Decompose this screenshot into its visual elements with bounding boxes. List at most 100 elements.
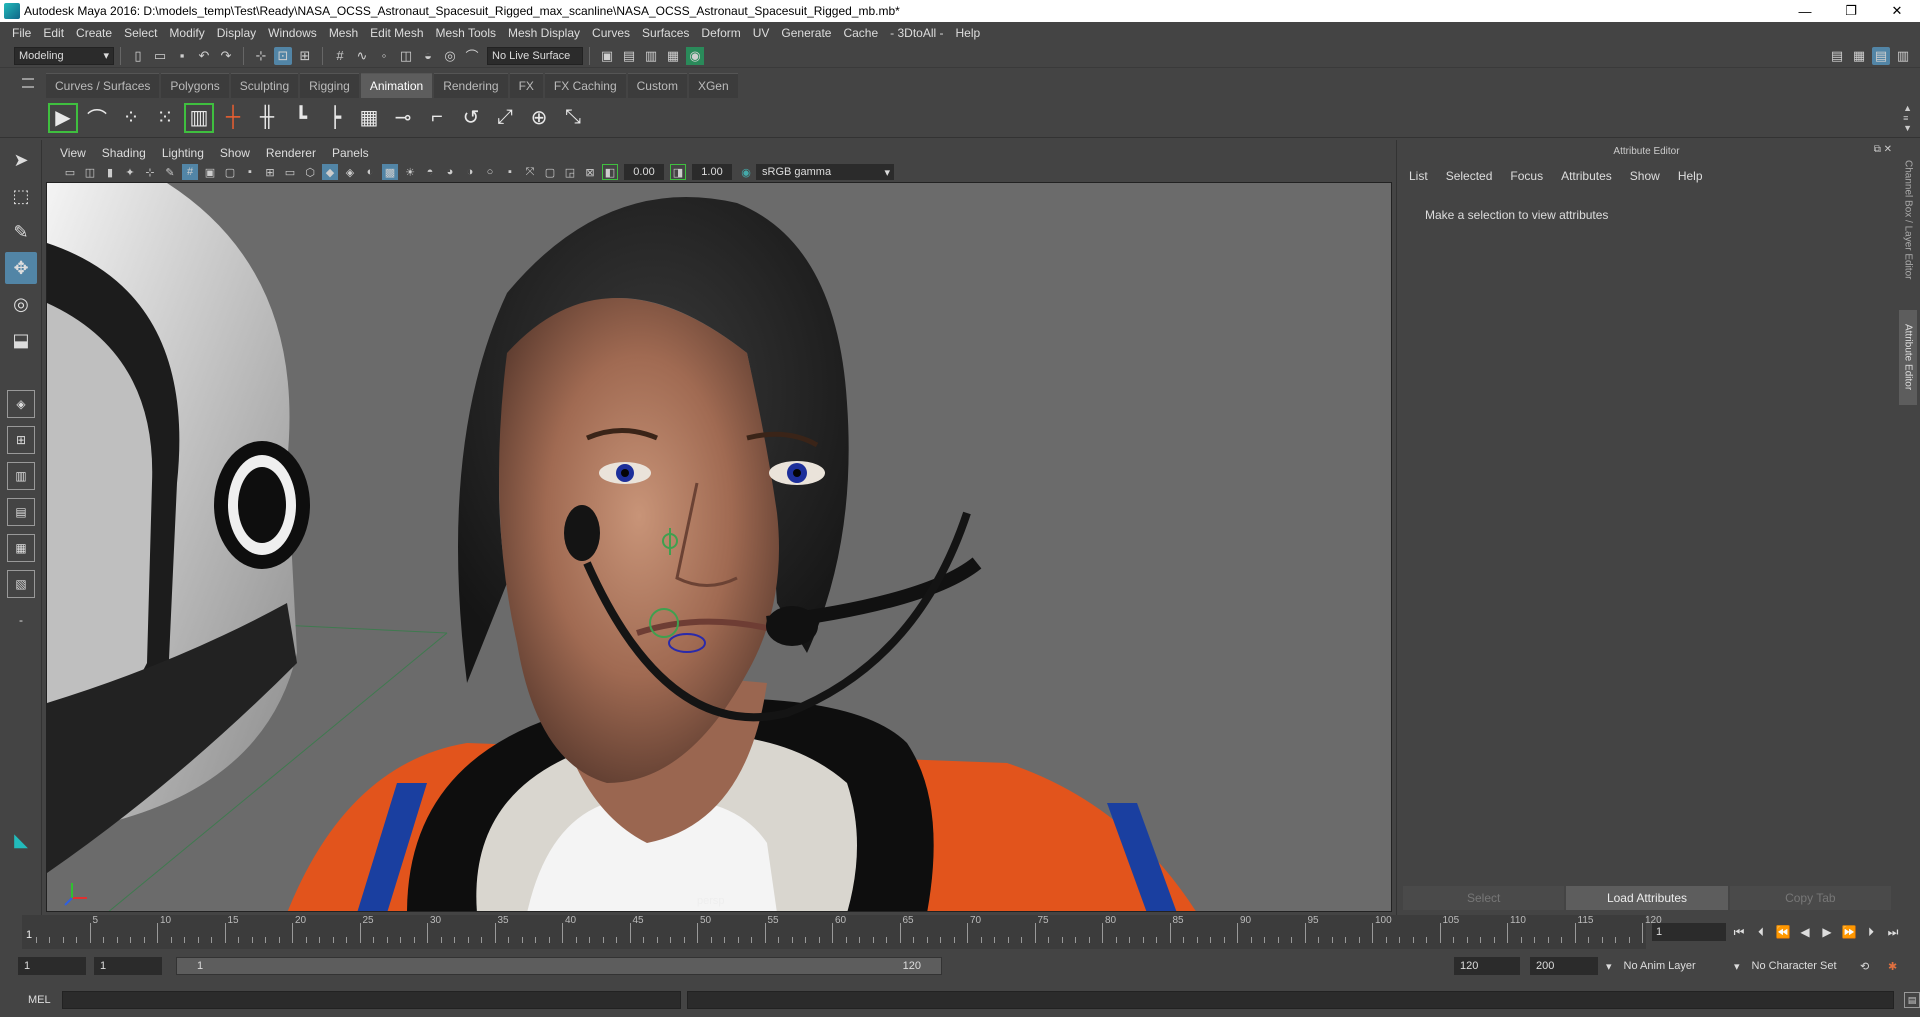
- snap-view-plane-icon[interactable]: ◫: [397, 47, 415, 65]
- menu-modify[interactable]: Modify: [163, 26, 210, 40]
- shelf-tab-custom[interactable]: Custom: [627, 73, 687, 98]
- create-joint-icon[interactable]: ┼: [218, 103, 248, 133]
- shelf-tab-sculpting[interactable]: Sculpting: [230, 73, 299, 98]
- shelf-tab-xgen[interactable]: XGen: [688, 73, 738, 98]
- viewport-menu-lighting[interactable]: Lighting: [154, 146, 212, 160]
- smooth-shade-icon[interactable]: ◆: [322, 164, 338, 180]
- menu-display[interactable]: Display: [211, 26, 262, 40]
- step-forward-key-icon[interactable]: ⏩: [1838, 923, 1860, 941]
- parent-constraint-icon[interactable]: ⊸: [388, 103, 418, 133]
- 2d-pan-zoom-icon[interactable]: ⊹: [142, 164, 158, 180]
- shelf-tab-fx[interactable]: FX: [509, 73, 543, 98]
- color-management-icon[interactable]: ◉: [738, 164, 754, 180]
- layout-menu-icon[interactable]: ‐: [7, 606, 35, 634]
- restore-button[interactable]: ❐: [1828, 0, 1874, 22]
- menu-cache[interactable]: Cache: [837, 26, 884, 40]
- move-tool-icon[interactable]: ✥: [5, 252, 37, 284]
- shelf-tab-fx-caching[interactable]: FX Caching: [544, 73, 626, 98]
- attribute-editor-tab[interactable]: Attribute Editor: [1899, 310, 1917, 405]
- select-button[interactable]: Select: [1403, 886, 1565, 910]
- menuset-dropdown[interactable]: Modeling ▾: [14, 46, 114, 65]
- paint-select-tool-icon[interactable]: ✎: [5, 216, 37, 248]
- rotate-tool-icon[interactable]: ◎: [5, 288, 37, 320]
- four-view-layout-icon[interactable]: ⊞: [7, 426, 35, 454]
- go-to-start-icon[interactable]: ⏮: [1728, 923, 1750, 941]
- auto-key-icon[interactable]: ⟲: [1860, 957, 1869, 975]
- undo-icon[interactable]: ↶: [195, 47, 213, 65]
- grid-icon[interactable]: #: [182, 164, 198, 180]
- viewport-menu-panels[interactable]: Panels: [324, 146, 377, 160]
- single-perspective-layout-icon[interactable]: ◈: [7, 390, 35, 418]
- menu-file[interactable]: File: [6, 26, 37, 40]
- close-button[interactable]: ✕: [1874, 0, 1920, 22]
- wireframe-icon[interactable]: ⬡: [302, 164, 318, 180]
- default-material-icon[interactable]: ◐: [362, 164, 378, 180]
- menu-curves[interactable]: Curves: [586, 26, 636, 40]
- hypershade-icon[interactable]: ◉: [686, 46, 704, 65]
- viewport-menu-renderer[interactable]: Renderer: [258, 146, 324, 160]
- insert-joint-icon[interactable]: ┗: [286, 103, 316, 133]
- attr-menu-attributes[interactable]: Attributes: [1561, 169, 1612, 183]
- playback-end-field[interactable]: 120: [1454, 957, 1520, 975]
- channel-box-toggle-icon[interactable]: ▥: [1894, 47, 1912, 65]
- script-editor-icon[interactable]: ▤: [1904, 992, 1920, 1008]
- range-slider[interactable]: 1 120: [176, 957, 942, 975]
- menu-help[interactable]: Help: [950, 26, 987, 40]
- scale-constraint-icon[interactable]: ⤢: [490, 103, 520, 133]
- menu-mesh-tools[interactable]: Mesh Tools: [430, 26, 502, 40]
- time-slider[interactable]: 5 10 15 20 25 30 35 40 45 50 55 60 65 70 75 80 85 90 95 100…: [0, 915, 1920, 949]
- make-live-icon[interactable]: ◎: [441, 47, 459, 65]
- shelf-menu-icon[interactable]: ≡: [1903, 113, 1912, 123]
- play-backwards-icon[interactable]: ◀: [1794, 923, 1816, 941]
- snap-grid-icon[interactable]: #: [331, 47, 349, 65]
- ik-handle-icon[interactable]: ╫: [252, 103, 282, 133]
- motion-blur-icon[interactable]: ◑: [462, 164, 478, 180]
- viewport-menu-view[interactable]: View: [52, 146, 94, 160]
- persp-graph-layout-icon[interactable]: ▤: [7, 498, 35, 526]
- command-language-label[interactable]: MEL: [0, 994, 54, 1006]
- render-current-icon[interactable]: ▤: [620, 47, 638, 65]
- open-scene-icon[interactable]: ▭: [151, 47, 169, 65]
- character-controls-icon[interactable]: ▦: [1850, 47, 1868, 65]
- redo-icon[interactable]: ↷: [217, 47, 235, 65]
- time-slider-track[interactable]: 5 10 15 20 25 30 35 40 45 50 55 60 65 70 75 80 85 90 95 100…: [22, 915, 1662, 949]
- xray-active-icon[interactable]: ◲: [562, 164, 578, 180]
- shelf-scroll-up-icon[interactable]: ▲: [1903, 103, 1912, 113]
- menu-select[interactable]: Select: [118, 26, 163, 40]
- use-all-lights-icon[interactable]: ☀: [402, 164, 418, 180]
- live-surface-icon[interactable]: ⌒: [463, 47, 481, 65]
- grease-pencil-icon[interactable]: ✎: [162, 164, 178, 180]
- persp-outliner-layout-icon[interactable]: ▥: [7, 462, 35, 490]
- copy-tab-button[interactable]: Copy Tab: [1729, 886, 1891, 910]
- wireframe-on-shaded-icon[interactable]: ◈: [342, 164, 358, 180]
- persp-uv-layout-icon[interactable]: ▧: [7, 570, 35, 598]
- field-chart-icon[interactable]: ⊞: [262, 164, 278, 180]
- shelf-tab-curves-surfaces[interactable]: Curves / Surfaces: [46, 73, 160, 98]
- shelf-tab-rigging[interactable]: Rigging: [300, 73, 359, 98]
- motion-trail-icon[interactable]: ⌒: [82, 103, 112, 133]
- ghost-icon[interactable]: ⁘: [116, 103, 146, 133]
- shelf-tab-rendering[interactable]: Rendering: [434, 73, 508, 98]
- film-gate-icon[interactable]: ▣: [202, 164, 218, 180]
- bookmark-icon[interactable]: ▮: [102, 164, 118, 180]
- menu-mesh-display[interactable]: Mesh Display: [502, 26, 586, 40]
- menu-windows[interactable]: Windows: [262, 26, 323, 40]
- textured-icon[interactable]: ▩: [382, 164, 398, 180]
- playblast-icon[interactable]: ▶: [48, 102, 78, 133]
- shelf-scroll[interactable]: ▲ ≡ ▼: [1903, 103, 1912, 133]
- animation-start-field[interactable]: 1: [18, 957, 86, 975]
- pole-vector-icon[interactable]: ⤡: [558, 103, 588, 133]
- isolate-select-icon[interactable]: ⤧: [522, 164, 538, 180]
- select-hierarchy-icon[interactable]: ⊹: [252, 47, 270, 65]
- snap-surface-icon[interactable]: ◒: [419, 47, 437, 65]
- menu-uv[interactable]: UV: [747, 26, 776, 40]
- select-object-icon[interactable]: ⊡: [274, 46, 292, 65]
- turntable-icon[interactable]: ▥: [184, 102, 214, 133]
- perspective-viewport[interactable]: persp: [46, 182, 1392, 912]
- shelf-menu-icon[interactable]: [22, 78, 34, 88]
- anti-aliasing-icon[interactable]: ○: [482, 164, 498, 180]
- menu-edit-mesh[interactable]: Edit Mesh: [364, 26, 429, 40]
- shadows-icon[interactable]: ◓: [422, 164, 438, 180]
- menu-generate[interactable]: Generate: [775, 26, 837, 40]
- viewport-menu-shading[interactable]: Shading: [94, 146, 154, 160]
